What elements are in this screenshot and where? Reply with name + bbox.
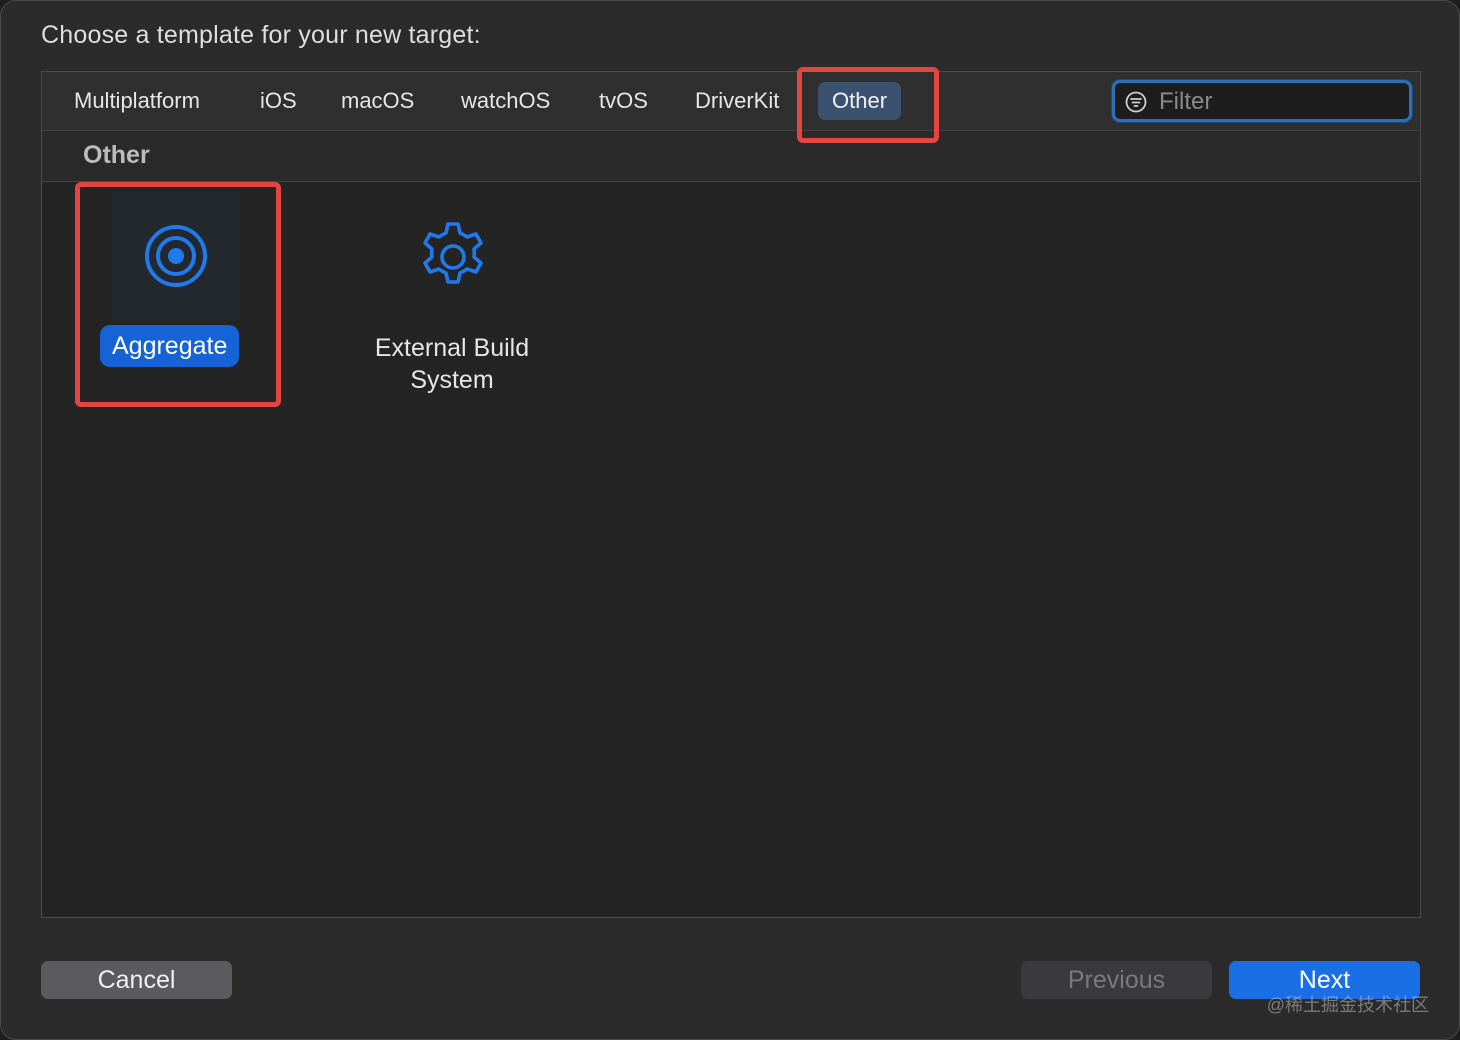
annotation-highlight-other-tab	[797, 67, 939, 143]
template-chooser-dialog: Choose a template for your new target: M…	[0, 0, 1460, 1040]
previous-button[interactable]: Previous	[1021, 961, 1212, 999]
filter-field[interactable]	[1112, 80, 1412, 122]
filter-input[interactable]	[1157, 85, 1401, 119]
section-title: Other	[83, 141, 150, 169]
template-external-build-label-line2: System	[410, 366, 494, 394]
tab-driverkit[interactable]: DriverKit	[681, 82, 793, 120]
cancel-button[interactable]: Cancel	[41, 961, 232, 999]
tab-macos[interactable]: macOS	[327, 82, 428, 120]
section-header: Other	[42, 131, 1420, 182]
template-external-build-label[interactable]: External Build System	[352, 332, 552, 396]
annotation-highlight-aggregate	[75, 182, 281, 407]
tab-ios[interactable]: iOS	[246, 82, 311, 120]
dialog-prompt: Choose a template for your new target:	[41, 21, 481, 49]
platform-tab-bar: Multiplatform iOS macOS watchOS tvOS Dri…	[42, 72, 1420, 131]
filter-icon	[1125, 91, 1147, 113]
watermark: @稀土掘金技术社区	[1266, 995, 1429, 1015]
template-external-build-label-line1: External Build	[374, 334, 530, 362]
tab-multiplatform[interactable]: Multiplatform	[60, 82, 214, 120]
tab-watchos[interactable]: watchOS	[447, 82, 564, 120]
tab-tvos[interactable]: tvOS	[585, 82, 662, 120]
gear-icon	[423, 222, 483, 284]
